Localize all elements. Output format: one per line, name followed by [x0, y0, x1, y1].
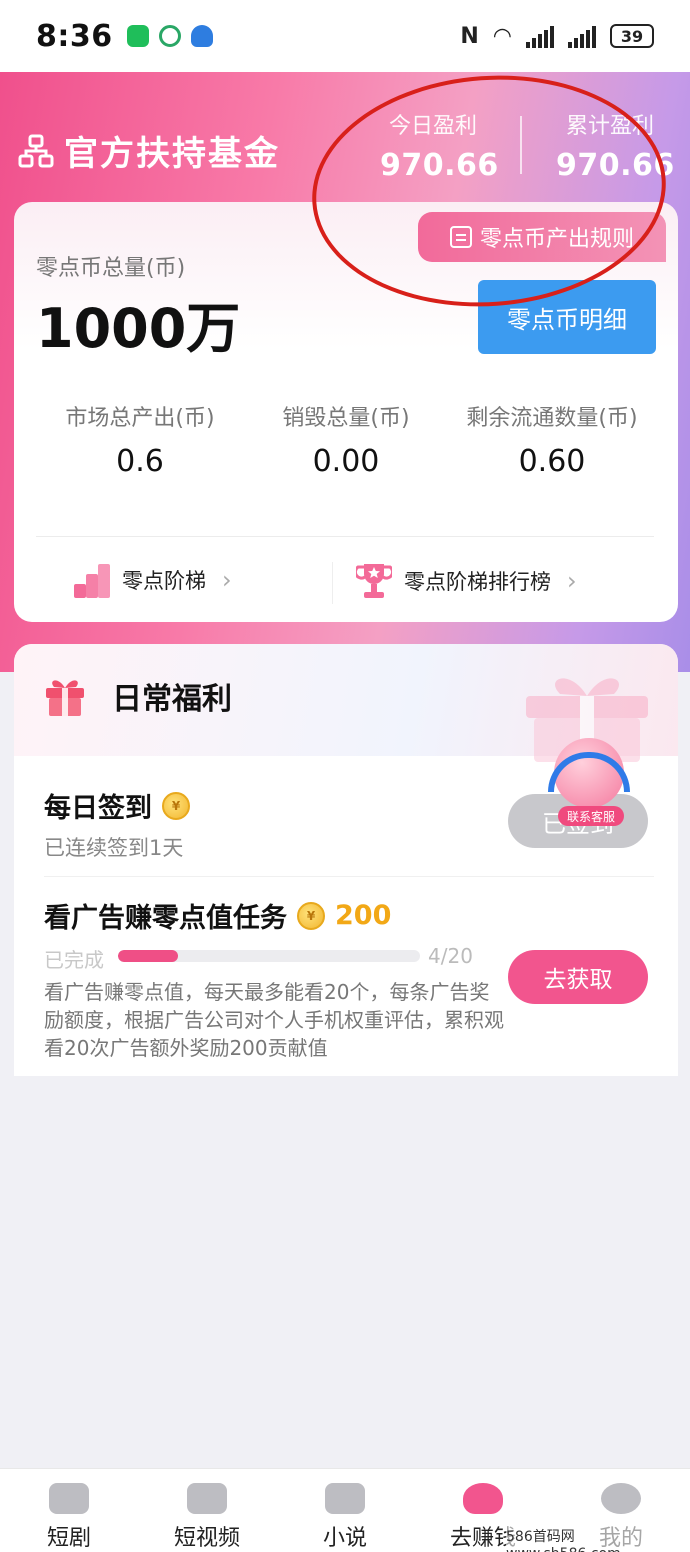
- status-bar: 8:36 N ◠ 39: [0, 0, 690, 72]
- book-icon: [325, 1483, 365, 1514]
- battery-icon: 39: [610, 24, 654, 48]
- ad-task-progress-bar: [118, 950, 420, 962]
- trophy-icon: [356, 564, 392, 598]
- watermark: 586首码网 www.sh586.com: [506, 1526, 690, 1552]
- stat-market-output: 市场总产出(币) 0.6: [50, 400, 230, 479]
- progress-count: 4/20: [428, 944, 473, 968]
- customer-service-label: 联系客服: [558, 806, 624, 826]
- stat-value: 0.60: [518, 444, 586, 479]
- coin-icon: ¥: [297, 901, 325, 930]
- status-time: 8:36: [36, 18, 113, 54]
- progress-label: 已完成: [44, 948, 104, 972]
- wifi-icon: ◠: [492, 23, 512, 49]
- coin-icon: ¥: [162, 791, 190, 820]
- fund-title-text: 官方扶持基金: [64, 134, 280, 174]
- stat-value: 0.6: [116, 444, 164, 479]
- wechat-icon: [126, 25, 149, 47]
- stat-label: 销毁总量(币): [282, 406, 410, 431]
- profile-icon: [601, 1483, 641, 1514]
- coin-total-value: 1000万: [36, 297, 241, 360]
- progress-fill: [118, 950, 179, 962]
- ad-task-description: 看广告赚零点值，每天最多能看20个，每条广告奖励额度，根据广告公司对个人手机权重…: [44, 980, 504, 1060]
- money-bag-icon: [463, 1483, 503, 1514]
- signal-icon: [526, 24, 554, 48]
- stat-label: 市场总产出(币): [65, 406, 215, 431]
- card-divider: [36, 536, 654, 537]
- stat-destroyed-total: 销毁总量(币) 0.00: [262, 400, 430, 479]
- nav-item-short-video[interactable]: 短视频: [138, 1469, 276, 1552]
- video-icon: [187, 1483, 227, 1514]
- link-separator: [332, 562, 333, 604]
- stat-label: 剩余流通数量(币): [466, 406, 638, 431]
- app-icon: [190, 25, 213, 47]
- ad-task-reward: 200: [335, 900, 392, 931]
- app-icon: [158, 25, 181, 47]
- coin-total-label: 零点币总量(币): [36, 256, 186, 281]
- nav-label: 小说: [322, 1526, 367, 1551]
- gift-icon: [46, 680, 84, 716]
- ladder-link[interactable]: 零点阶梯 ›: [74, 562, 232, 598]
- tv-clip-icon: [49, 1483, 89, 1514]
- ladder-ranking-link[interactable]: 零点阶梯排行榜 ›: [356, 562, 577, 600]
- chevron-right-icon: ›: [567, 567, 577, 595]
- nav-item-novel[interactable]: 小说: [276, 1469, 414, 1552]
- nfc-icon: N: [460, 23, 479, 49]
- fund-title: 官方扶持基金: [18, 126, 280, 175]
- stairs-icon: [74, 562, 110, 598]
- nav-label: 短剧: [46, 1526, 91, 1551]
- stat-value: 0.00: [312, 444, 380, 479]
- nav-label: 短视频: [173, 1526, 240, 1551]
- daily-benefits-title: 日常福利: [112, 682, 232, 717]
- ad-task-title: 看广告赚零点值任务 ¥ 200: [44, 896, 391, 935]
- checkin-title-text: 每日签到: [44, 793, 152, 824]
- nav-item-drama[interactable]: 短剧: [0, 1469, 138, 1552]
- chevron-right-icon: ›: [222, 566, 232, 594]
- ladder-ranking-label: 零点阶梯排行榜: [404, 570, 551, 594]
- task-divider: [44, 876, 654, 877]
- org-chart-icon: [18, 134, 54, 167]
- stat-circulating: 剩余流通数量(币) 0.60: [452, 400, 652, 479]
- signal-icon: [568, 24, 596, 48]
- ad-task-title-text: 看广告赚零点值任务: [44, 903, 287, 934]
- get-button[interactable]: 去获取: [508, 950, 648, 1004]
- customer-service-button[interactable]: 联系客服: [548, 732, 632, 828]
- checkin-subtitle: 已连续签到1天: [44, 836, 184, 860]
- status-app-icons: [126, 25, 213, 47]
- checkin-title: 每日签到 ¥: [44, 786, 190, 825]
- ladder-link-label: 零点阶梯: [122, 569, 206, 593]
